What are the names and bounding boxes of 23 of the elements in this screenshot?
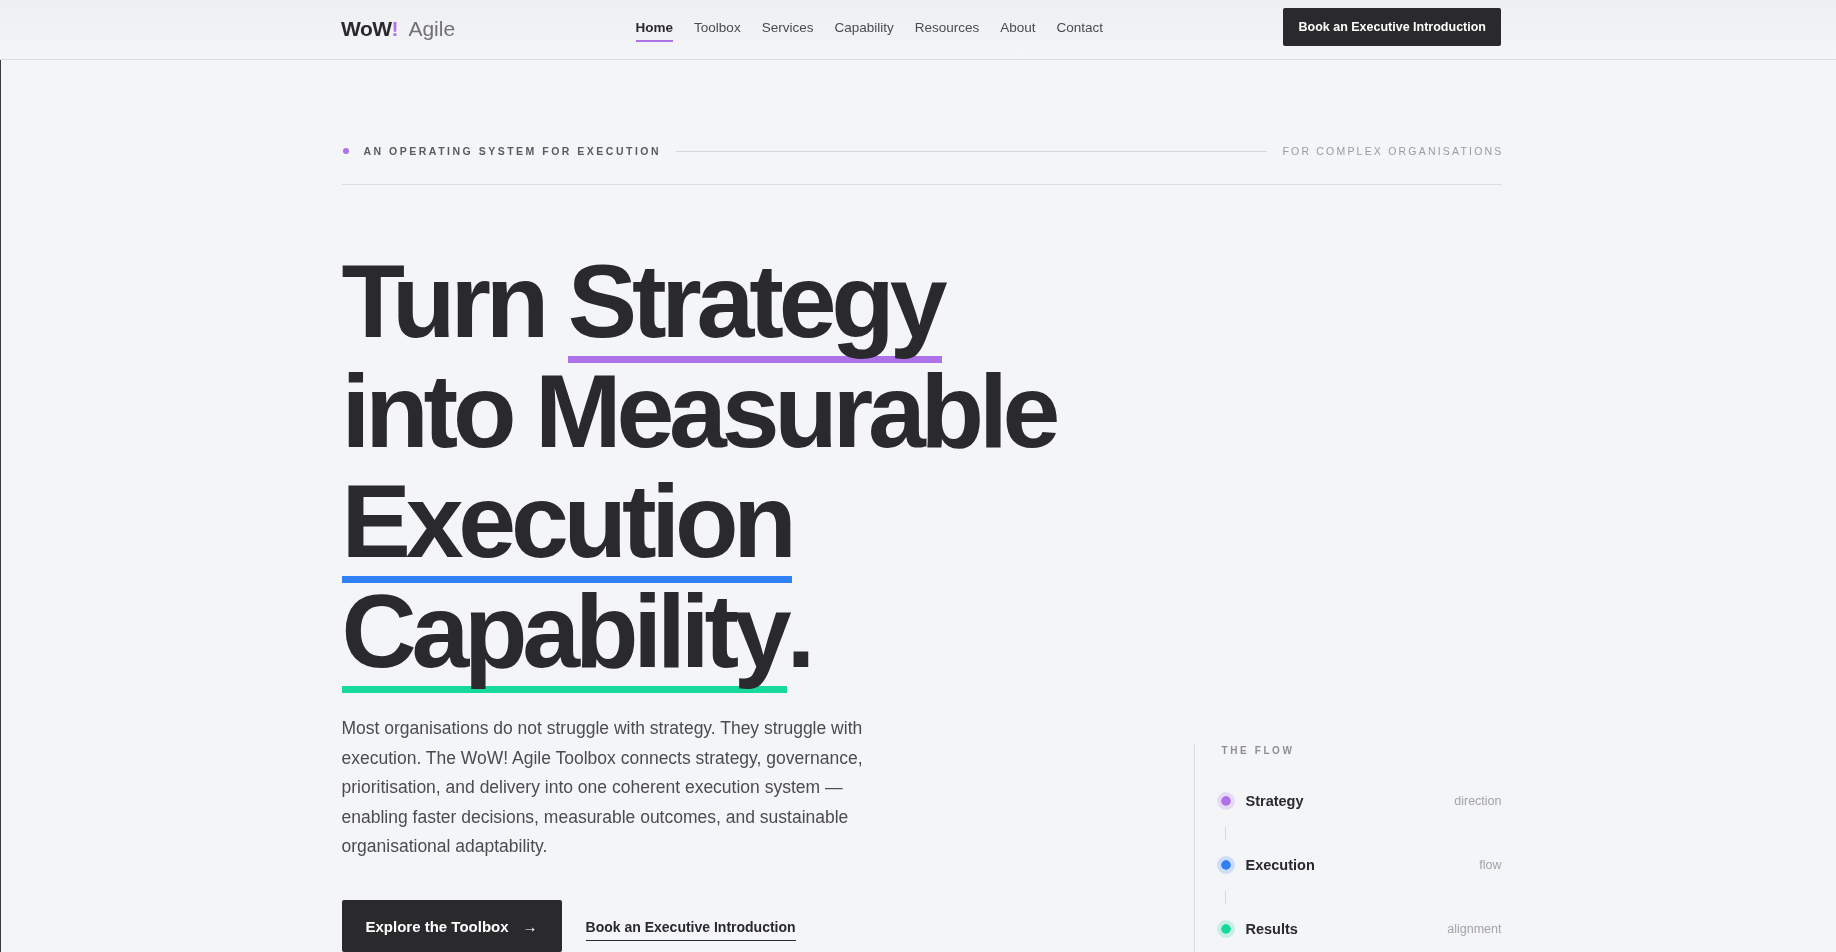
header-cta-button[interactable]: Book an Executive Introduction [1283,8,1501,46]
step-label: Execution [1245,856,1315,875]
explore-button[interactable]: Explore the Toolbox → [341,900,562,952]
eyebrow-text: AN OPERATING SYSTEM FOR EXECUTION [363,145,662,157]
introduction-link[interactable]: Book an Executive Introduction [585,918,796,941]
hero-description: Most organisations do not struggle with strategy. They struggle with execution. The WoW! Agile Toolbox connects strategy, governance, prioritisation, and delivery into one coherent execution system — enabling faster decisions, measurable outcomes, and sustainable organisational adaptability. [341,717,864,858]
step-label: Results [1245,920,1298,939]
section-label: THE FLOW [1221,744,1295,758]
nav-link[interactable]: Toolbox [694,14,741,42]
nav-link[interactable]: Home [635,14,674,42]
hero-heading: Turn Strategy into Measurable Execution Capability. [341,246,1056,695]
step-label: Strategy [1245,792,1304,811]
dot-icon [342,148,349,154]
step-note: alignment [1447,921,1502,938]
nav-link[interactable]: Capability [834,14,894,42]
nav-link[interactable]: Resources [914,14,980,42]
nav-link[interactable]: About [1000,14,1036,42]
step-note: flow [1479,857,1502,874]
nav-link[interactable]: Services [761,14,814,42]
site-logo[interactable]: WoW! Agile [341,15,456,42]
nav-link[interactable]: Contact [1056,14,1104,42]
step-note: direction [1454,793,1502,810]
eyebrow-aside-text: FOR COMPLEX ORGANISATIONS [1282,145,1504,157]
